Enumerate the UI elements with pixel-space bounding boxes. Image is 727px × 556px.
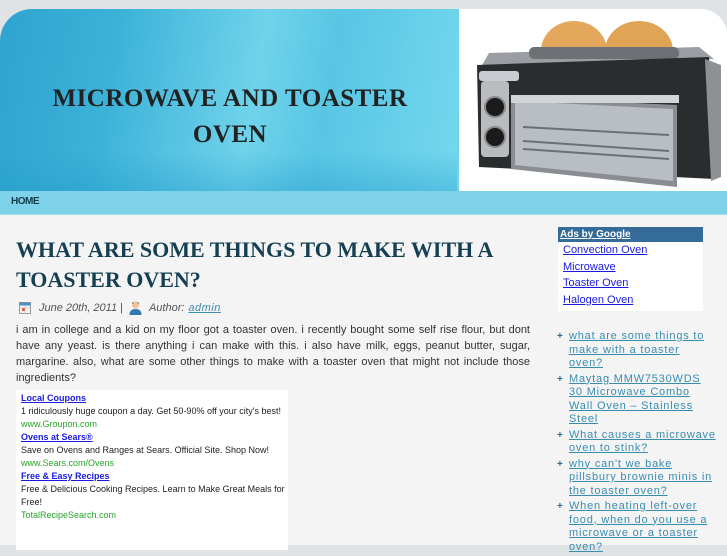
site-header: MICROWAVE AND TOASTER OVEN [0, 9, 727, 191]
ad-item: Local Coupons 1 ridiculously huge coupon… [21, 392, 288, 431]
google-ad-link[interactable]: Toaster Oven [563, 275, 703, 292]
author-link[interactable]: admin [188, 302, 220, 314]
recent-posts-list: + what are some things to make with a to… [556, 330, 716, 556]
google-ad-link[interactable]: Halogen Oven [563, 292, 703, 309]
ad-unit: Local Coupons 1 ridiculously huge coupon… [16, 390, 288, 550]
ad-title-link[interactable]: Local Coupons [21, 392, 288, 405]
ad-title-link[interactable]: Free & Easy Recipes [21, 470, 288, 483]
content-area: WHAT ARE SOME THINGS TO MAKE WITH A TOAS… [0, 215, 727, 553]
nav-bar: HOME [0, 191, 727, 215]
ad-description: 1 ridiculously huge coupon a day. Get 50… [21, 406, 282, 416]
ad-url-link[interactable]: www.Sears.com/Ovens [21, 457, 288, 470]
recent-post-link[interactable]: Maytag MMW7530WDS 30 Microwave Combo Wal… [569, 373, 701, 426]
recent-post-item: + Maytag MMW7530WDS 30 Microwave Combo W… [556, 373, 716, 427]
post-meta: June 20th, 2011 | Author: admin [19, 300, 221, 316]
site-title[interactable]: MICROWAVE AND TOASTER OVEN [20, 81, 440, 153]
ads-by-google-heading[interactable]: Ads by Google [558, 227, 703, 242]
nav-home-link[interactable]: HOME [11, 196, 40, 207]
ad-description: Save on Ovens and Ranges at Sears. Offic… [21, 445, 269, 455]
author-label: Author: [148, 302, 185, 314]
google-ads-box: Ads by Google Convection Oven Microwave … [558, 227, 703, 311]
ad-url-link[interactable]: TotalRecipeSearch.com [21, 509, 288, 522]
ad-item: Ovens at Sears® Save on Ovens and Ranges… [21, 431, 288, 470]
user-icon [129, 301, 142, 315]
post-date: June 20th, 2011 [39, 302, 118, 314]
calendar-icon [19, 302, 31, 314]
page: MICROWAVE AND TOASTER OVEN HOME WHAT ARE… [0, 0, 727, 553]
recent-post-link[interactable]: What causes a microwave oven to stink? [569, 429, 716, 455]
bullet-icon: + [557, 429, 564, 441]
google-ad-link[interactable]: Microwave [563, 259, 703, 276]
recent-post-item: + what are some things to make with a to… [556, 330, 716, 371]
recent-post-link[interactable]: what are some things to make with a toas… [569, 330, 704, 369]
post-body: i am in college and a kid on my floor go… [16, 324, 530, 384]
ad-item: Free & Easy Recipes Free & Delicious Coo… [21, 470, 288, 522]
ad-title-link[interactable]: Ovens at Sears® [21, 431, 288, 444]
recent-post-item: + why can't we bake pillsbury brownie mi… [556, 458, 716, 499]
bullet-icon: + [557, 501, 564, 512]
google-ad-link[interactable]: Convection Oven [563, 242, 703, 259]
post-title[interactable]: WHAT ARE SOME THINGS TO MAKE WITH A TOAS… [16, 235, 516, 295]
toaster-oven-image [457, 9, 727, 191]
bullet-icon: + [557, 458, 564, 470]
bullet-icon: + [557, 331, 564, 342]
ad-url-link[interactable]: www.Groupon.com [21, 418, 288, 431]
recent-post-item: + When heating left-over food, when do y… [556, 500, 716, 554]
meta-separator: | [120, 302, 123, 314]
toaster-oven-icon [477, 21, 721, 187]
recent-post-link[interactable]: why can't we bake pillsbury brownie mini… [569, 458, 712, 497]
bullet-icon: + [557, 373, 564, 385]
recent-post-item: + What causes a microwave oven to stink? [556, 429, 716, 456]
ad-description: Free & Delicious Cooking Recipes. Learn … [21, 484, 285, 507]
header-banner: MICROWAVE AND TOASTER OVEN [0, 9, 457, 191]
